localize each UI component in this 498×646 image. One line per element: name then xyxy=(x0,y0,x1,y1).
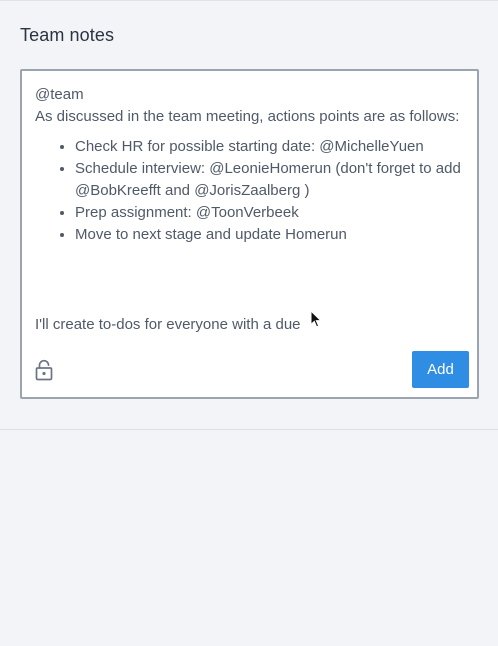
team-notes-panel: Team notes @team As discussed in the tea… xyxy=(0,1,498,430)
list-item: Schedule interview: @LeonieHomerun (don'… xyxy=(75,158,465,202)
action-points-list: Check HR for possible starting date: @Mi… xyxy=(35,136,465,246)
panel-title: Team notes xyxy=(20,25,115,45)
add-button[interactable]: Add xyxy=(412,351,469,388)
notes-editor[interactable]: @team As discussed in the team meeting, … xyxy=(20,69,479,399)
lock-icon[interactable] xyxy=(35,359,53,381)
mention-line: @team xyxy=(35,86,84,103)
mouse-pointer-icon xyxy=(310,310,322,328)
list-item: Move to next stage and update Homerun xyxy=(75,224,465,246)
intro-text: As discussed in the team meeting, action… xyxy=(35,108,460,125)
closing-text: I'll create to-dos for everyone with a d… xyxy=(35,316,301,333)
list-item: Prep assignment: @ToonVerbeek xyxy=(75,202,465,224)
editor-content[interactable]: @team As discussed in the team meeting, … xyxy=(35,84,465,246)
list-item: Check HR for possible starting date: @Mi… xyxy=(75,136,465,158)
